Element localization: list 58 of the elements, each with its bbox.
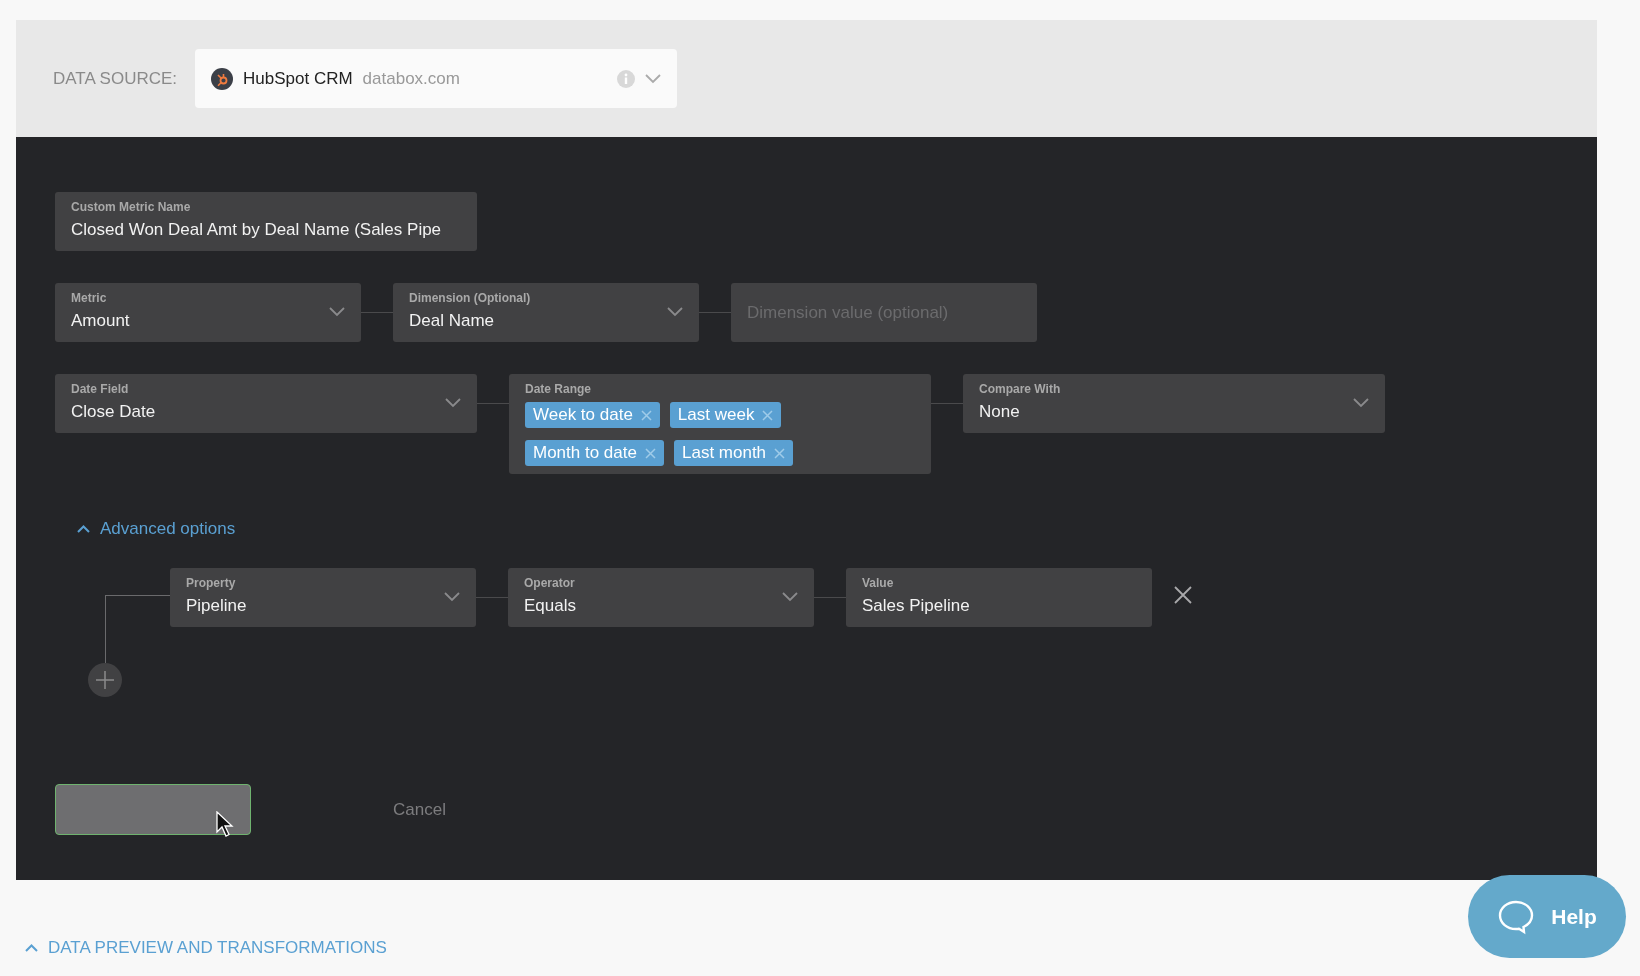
- field-value: Amount: [71, 311, 130, 331]
- chevron-down-icon: [1353, 398, 1369, 408]
- date-range-tag[interactable]: Month to date: [525, 440, 664, 466]
- chevron-down-icon: [782, 592, 798, 602]
- chevron-down-icon: [667, 307, 683, 317]
- field-value: Close Date: [71, 402, 156, 422]
- close-icon: [644, 447, 656, 459]
- add-filter-button[interactable]: [88, 663, 122, 697]
- data-source-select[interactable]: HubSpot CRM databox.com: [195, 49, 677, 108]
- select-field[interactable]: Metric Amount: [55, 283, 361, 342]
- field-value: Equals: [524, 596, 576, 616]
- close-icon[interactable]: [1174, 586, 1192, 604]
- tag-label: Month to date: [533, 443, 637, 463]
- select-field[interactable]: Dimension (Optional) Deal Name: [393, 283, 699, 342]
- field-label: Operator: [524, 576, 576, 590]
- tag-label: Week to date: [533, 405, 633, 425]
- close-icon: [774, 447, 786, 459]
- chevron-down-icon: [444, 592, 460, 602]
- field-value: Pipeline: [186, 596, 247, 616]
- field-value: Deal Name: [409, 311, 495, 331]
- date-range-tag[interactable]: Week to date: [525, 402, 660, 428]
- save-button[interactable]: [55, 784, 251, 835]
- field-label: Custom Metric Name: [71, 200, 192, 214]
- tag-label: Last week: [677, 405, 755, 425]
- select-field[interactable]: Compare With None: [963, 374, 1385, 433]
- mouse-pointer-icon: [216, 811, 234, 837]
- close-icon: [762, 409, 774, 421]
- input-field[interactable]: Value Sales Pipeline: [846, 568, 1152, 627]
- input-field[interactable]: Custom Metric Name Closed Won Deal Amt by Deal Name (Sales Pipe: [55, 192, 477, 251]
- select-field[interactable]: Operator Equals: [508, 568, 814, 627]
- field-label: Date Field: [71, 382, 130, 396]
- field-label: Value: [862, 576, 895, 590]
- close-icon: [640, 409, 652, 421]
- hub-logo-icon: [211, 67, 233, 90]
- field-value: None: [979, 402, 1020, 422]
- plus-icon: [95, 670, 115, 690]
- select-field[interactable]: Date Field Close Date: [55, 374, 477, 433]
- chat-bubble-icon: [1497, 898, 1536, 935]
- cancel-button[interactable]: Cancel: [393, 799, 446, 820]
- chevron-down-icon: [445, 398, 461, 408]
- chevron-down-icon: [645, 73, 661, 84]
- select-field[interactable]: Property Pipeline: [170, 568, 476, 627]
- data-source-label: DATA SOURCE:: [53, 68, 179, 89]
- tag-label: Last month: [681, 443, 767, 463]
- field-label: Compare With: [979, 382, 1062, 396]
- field-value: Sales Pipeline: [862, 596, 970, 616]
- data-source-account: databox.com: [362, 68, 461, 89]
- field-label: Dimension (Optional): [409, 291, 532, 305]
- date-range-tag[interactable]: Last week: [669, 402, 782, 428]
- tag-input-field[interactable]: Date Range Week to date Last week Month to date Last month: [509, 374, 931, 474]
- chevron-down-icon: [329, 307, 345, 317]
- field-value: Closed Won Deal Amt by Deal Name (Sales Pipe: [71, 220, 442, 240]
- date-range-tag[interactable]: Last month: [673, 440, 794, 466]
- field-label: Metric: [71, 291, 108, 305]
- field-label: Date Range: [525, 382, 593, 396]
- advanced-options-toggle[interactable]: Advanced options: [77, 519, 236, 539]
- field-label: Property: [186, 576, 237, 590]
- data-source-name: HubSpot CRM: [243, 68, 353, 89]
